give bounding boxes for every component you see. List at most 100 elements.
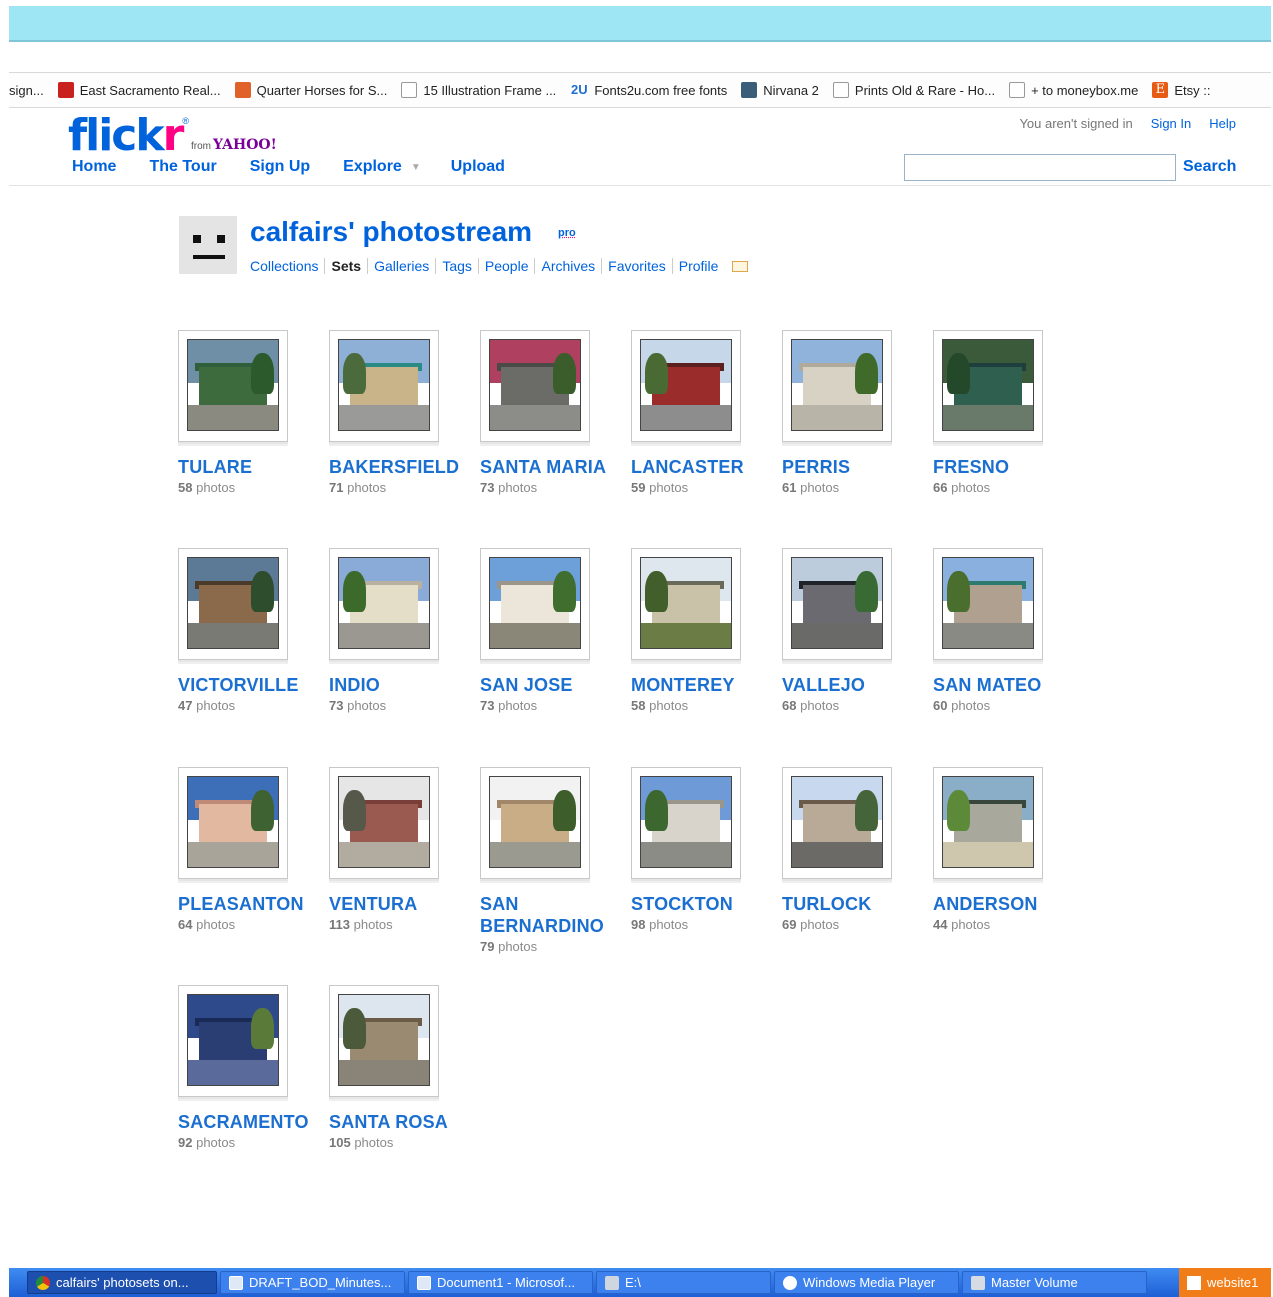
taskbar-button[interactable]: Master Volume: [962, 1271, 1147, 1294]
subnav-sets[interactable]: Sets: [324, 258, 367, 274]
taskbar-button[interactable]: Windows Media Player: [774, 1271, 959, 1294]
bookmark-item[interactable]: East Sacramento Real...: [57, 82, 221, 98]
bookmark-label: 15 Illustration Frame ...: [423, 82, 557, 98]
photoset-title-link[interactable]: SACRAMENTO: [178, 1111, 318, 1133]
photoset-thumbnail[interactable]: [329, 767, 439, 879]
photoset-title-link[interactable]: PLEASANTON: [178, 893, 318, 915]
photo-count-unit: photos: [951, 917, 991, 932]
photoset-photo-count: 47 photos: [178, 698, 235, 713]
photoset-photo-count: 105 photos: [329, 1135, 393, 1150]
photoset-title-link[interactable]: SANTA ROSA: [329, 1111, 469, 1133]
subnav-favorites[interactable]: Favorites: [601, 258, 672, 274]
photoset-thumbnail[interactable]: [178, 330, 288, 442]
photoset-thumbnail[interactable]: [480, 767, 590, 879]
search-button[interactable]: Search: [1183, 158, 1236, 176]
bookmark-item[interactable]: sign...: [9, 83, 44, 98]
taskbar-button[interactable]: E:\: [596, 1271, 771, 1294]
photoset-title-link[interactable]: MONTEREY: [631, 674, 771, 696]
photo-count-unit: photos: [951, 480, 991, 495]
flickr-logo[interactable]: flick r ® from YAHOO!: [68, 108, 277, 158]
photoset-title-link[interactable]: ANDERSON: [933, 893, 1073, 915]
taskbar-button[interactable]: Document1 - Microsof...: [408, 1271, 593, 1294]
subnav-people[interactable]: People: [477, 258, 535, 274]
browser-toolbar-area: [9, 42, 1271, 70]
bookmark-label: Etsy ::: [1174, 82, 1211, 98]
sign-in-link[interactable]: Sign In: [1151, 116, 1191, 131]
nav-sign-up[interactable]: Sign Up: [250, 158, 310, 176]
bookmark-label: + to moneybox.me: [1031, 82, 1139, 98]
subnav-profile[interactable]: Profile: [671, 258, 725, 274]
photoset-thumbnail[interactable]: [178, 985, 288, 1097]
bookmark-item[interactable]: + to moneybox.me: [1009, 82, 1138, 98]
fonts2u-icon: 2U: [571, 82, 588, 97]
photoset-thumbnail[interactable]: [178, 548, 288, 660]
explore-dropdown-icon[interactable]: ▼: [411, 162, 421, 173]
nav-the-tour[interactable]: The Tour: [149, 158, 216, 176]
photoset-title-link[interactable]: SANTA MARIA: [480, 456, 620, 478]
photoset-title-link[interactable]: INDIO: [329, 674, 469, 696]
photoset-photo: [640, 776, 732, 868]
buddy-icon-avatar[interactable]: [179, 216, 237, 274]
photoset-photo: [338, 776, 430, 868]
photoset-title-link[interactable]: VALLEJO: [782, 674, 922, 696]
help-link[interactable]: Help: [1209, 116, 1236, 131]
nav-explore[interactable]: Explore: [343, 158, 402, 176]
photoset-thumbnail[interactable]: [782, 548, 892, 660]
nav-upload[interactable]: Upload: [451, 158, 505, 176]
account-links: You aren't signed in Sign In Help: [1019, 116, 1236, 131]
photoset-title-link[interactable]: VICTORVILLE: [178, 674, 318, 696]
bookmark-item[interactable]: Prints Old & Rare - Ho...: [832, 82, 995, 98]
nav-home[interactable]: Home: [72, 158, 116, 176]
avatar-right-eye: [217, 235, 225, 243]
photoset-thumbnail[interactable]: [480, 548, 590, 660]
subnav-tags[interactable]: Tags: [435, 258, 478, 274]
taskbar-button-label: calfairs' photosets on...: [56, 1275, 189, 1290]
photoset-title-link[interactable]: TURLOCK: [782, 893, 922, 915]
photoset-thumbnail[interactable]: [933, 330, 1043, 442]
photoset-thumbnail[interactable]: [933, 548, 1043, 660]
search-input[interactable]: [904, 154, 1176, 181]
bookmark-item[interactable]: E Etsy ::: [1152, 82, 1211, 98]
photoset-title-link[interactable]: VENTURA: [329, 893, 469, 915]
photoset-photo-count: 58 photos: [631, 698, 688, 713]
photo-count-number: 98: [631, 917, 646, 932]
subnav-galleries[interactable]: Galleries: [367, 258, 435, 274]
pro-badge[interactable]: pro: [558, 227, 576, 239]
bookmark-item[interactable]: Quarter Horses for S...: [234, 82, 388, 98]
photoset-title-link[interactable]: LANCASTER: [631, 456, 771, 478]
subnav-collections[interactable]: Collections: [250, 258, 324, 274]
logo-flick-text: flick: [68, 110, 165, 161]
photoset-thumbnail[interactable]: [933, 767, 1043, 879]
bookmark-item[interactable]: Nirvana 2: [741, 82, 819, 98]
photoset-thumbnail[interactable]: [631, 767, 741, 879]
taskbar-website1-button[interactable]: website1: [1179, 1268, 1271, 1297]
photoset-thumbnail[interactable]: [178, 767, 288, 879]
taskbar-button[interactable]: calfairs' photosets on...: [27, 1271, 217, 1294]
photoset-title-link[interactable]: TULARE: [178, 456, 318, 478]
photoset-title-link[interactable]: FRESNO: [933, 456, 1073, 478]
photoset-title-link[interactable]: SAN BERNARDINO: [480, 893, 620, 937]
photoset-thumbnail[interactable]: [631, 548, 741, 660]
bookmark-item[interactable]: 15 Illustration Frame ...: [401, 82, 556, 98]
photoset-thumbnail[interactable]: [631, 330, 741, 442]
subnav-archives[interactable]: Archives: [534, 258, 601, 274]
photoset-photo-count: 73 photos: [480, 480, 537, 495]
taskbar-button[interactable]: DRAFT_BOD_Minutes...: [220, 1271, 405, 1294]
photoset-thumbnail[interactable]: [329, 548, 439, 660]
photoset-title-link[interactable]: BAKERSFIELD: [329, 456, 469, 478]
photoset-thumbnail[interactable]: [480, 330, 590, 442]
photoset-title-link[interactable]: PERRIS: [782, 456, 922, 478]
photoset-title-link[interactable]: SAN JOSE: [480, 674, 620, 696]
photoset-title-link[interactable]: SAN MATEO: [933, 674, 1073, 696]
photoset-photo-count: 60 photos: [933, 698, 990, 713]
photoset-photo-count: 79 photos: [480, 939, 537, 954]
photoset-title-link[interactable]: STOCKTON: [631, 893, 771, 915]
photoset-thumbnail[interactable]: [782, 767, 892, 879]
bookmark-item[interactable]: 2U Fonts2u.com free fonts: [570, 82, 727, 98]
photoset-thumbnail[interactable]: [782, 330, 892, 442]
mail-icon[interactable]: [732, 260, 749, 272]
photoset-thumbnail[interactable]: [329, 985, 439, 1097]
photoset-thumbnail[interactable]: [329, 330, 439, 442]
bookmark-label: Quarter Horses for S...: [256, 82, 388, 98]
photo-count-number: 113: [329, 917, 350, 932]
